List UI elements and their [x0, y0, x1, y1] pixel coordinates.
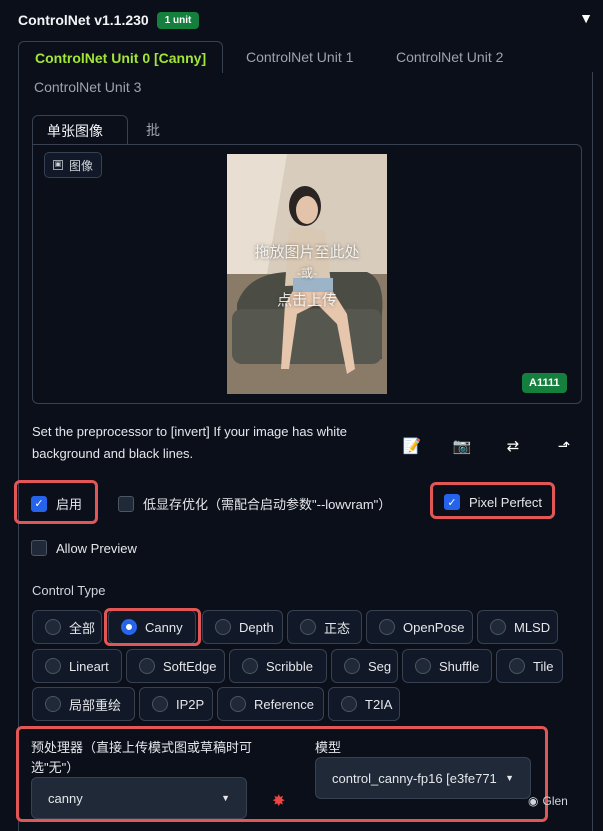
- wechat-icon: ◉: [528, 794, 539, 808]
- camera-icon[interactable]: 📷: [451, 436, 473, 458]
- radio-reference[interactable]: Reference: [217, 687, 324, 721]
- a1111-badge: A1111: [522, 373, 567, 393]
- radio-dot-icon: [152, 696, 168, 712]
- pixel-perfect-checkbox[interactable]: ✓ Pixel Perfect: [444, 494, 542, 510]
- unchecked-box-icon: [118, 495, 134, 512]
- enable-checkbox[interactable]: ✓ 启用: [31, 494, 82, 513]
- collapse-triangle-icon[interactable]: ▼: [579, 10, 593, 26]
- radio-label: Shuffle: [439, 658, 480, 674]
- radio-openpose[interactable]: OpenPose: [366, 610, 473, 644]
- check-icon: ✓: [31, 495, 47, 512]
- radio-label: Tile: [533, 658, 554, 674]
- preprocessor-value: canny: [48, 790, 83, 806]
- low-vram-label: 低显存优化（需配合启动参数"--lowvram"）: [143, 497, 392, 512]
- radio-normal[interactable]: 正态: [287, 610, 362, 644]
- tab-batch[interactable]: 批量处理: [132, 115, 174, 228]
- controlnet-header[interactable]: ControlNet v1.1.230 1 unit ▼: [18, 8, 593, 32]
- edit-icon[interactable]: 📝: [401, 436, 423, 458]
- radio-label: 局部重绘: [69, 697, 122, 713]
- radio-softedge[interactable]: SoftEdge: [126, 649, 225, 683]
- image-icon: ▣: [53, 160, 63, 170]
- radio-dot-icon: [379, 619, 395, 635]
- control-type-label: Control Type: [32, 583, 106, 598]
- radio-label: SoftEdge: [163, 658, 217, 674]
- radio-label: Depth: [239, 619, 274, 635]
- run-preprocessor-icon[interactable]: ✸: [272, 791, 285, 811]
- radio-lineart[interactable]: Lineart: [32, 649, 122, 683]
- radio-dot-icon: [344, 658, 360, 674]
- radio-dot-icon: [45, 619, 61, 635]
- watermark-text: Glen: [542, 794, 568, 808]
- allow-preview-checkbox[interactable]: Allow Preview: [31, 540, 137, 556]
- tab-unit-2[interactable]: ControlNet Unit 2: [380, 41, 519, 73]
- radio-label: IP2P: [176, 696, 205, 712]
- radio-dot-icon: [242, 658, 258, 674]
- radio-dot-icon: [45, 696, 61, 712]
- radio-ip2p[interactable]: IP2P: [139, 687, 213, 721]
- tab-unit-0[interactable]: ControlNet Unit 0 [Canny]: [18, 41, 224, 73]
- radio-label: 全部: [69, 620, 96, 636]
- radio-label: Lineart: [69, 658, 109, 674]
- tab-unit-1[interactable]: ControlNet Unit 1: [230, 41, 369, 73]
- radio-dot-icon: [341, 696, 357, 712]
- image-label: ▣ 图像: [44, 152, 103, 178]
- radio-dot-icon: [215, 619, 231, 635]
- radio-label: Scribble: [266, 658, 313, 674]
- radio-dot-icon: [509, 658, 525, 674]
- pixel-perfect-label: Pixel Perfect: [469, 494, 542, 510]
- model-value: control_canny-fp16 [e3fe7712]: [332, 770, 497, 786]
- unchecked-box-icon: [31, 540, 47, 556]
- low-vram-checkbox[interactable]: 低显存优化（需配合启动参数"--lowvram"）: [118, 494, 391, 513]
- radio-label: OpenPose: [403, 619, 465, 635]
- image-label-text: 图像: [69, 158, 94, 173]
- model-label: 模型: [315, 740, 342, 755]
- chevron-down-icon: ▼: [221, 793, 230, 803]
- drop-hint-line3: 点击上传: [276, 292, 337, 309]
- radio-seg[interactable]: Seg: [331, 649, 398, 683]
- model-select[interactable]: control_canny-fp16 [e3fe7712] ▼: [315, 757, 531, 799]
- preprocessor-hint: Set the preprocessor to [invert] If your…: [32, 424, 348, 461]
- tab-single-image[interactable]: 单张图像: [32, 115, 128, 145]
- radio-label: MLSD: [514, 619, 551, 635]
- preprocessor-select[interactable]: canny ▼: [31, 777, 247, 819]
- radio-dot-icon: [300, 619, 316, 635]
- check-icon: ✓: [444, 494, 460, 510]
- radio-label: T2IA: [365, 696, 393, 712]
- allow-preview-label: Allow Preview: [56, 540, 137, 556]
- radio-all[interactable]: 全部: [32, 610, 102, 644]
- controlnet-title: ControlNet v1.1.230: [18, 12, 149, 28]
- radio-shuffle[interactable]: Shuffle: [402, 649, 492, 683]
- radio-mlsd[interactable]: MLSD: [477, 610, 558, 644]
- radio-label: Seg: [368, 658, 392, 674]
- radio-label: 正态: [324, 620, 351, 636]
- chevron-down-icon: ▼: [505, 773, 514, 783]
- drop-hint-line1: 拖放图片至此处: [254, 244, 360, 261]
- radio-tile[interactable]: Tile: [496, 649, 563, 683]
- watermark: ◉ Glen: [528, 794, 568, 808]
- radio-inpaint[interactable]: 局部重绘: [32, 687, 135, 721]
- preprocessor-label: 预处理器（直接上传模式图或草稿时可选"无"）: [31, 740, 253, 775]
- radio-dot-icon: [490, 619, 506, 635]
- radio-dot-icon: [139, 658, 155, 674]
- radio-depth[interactable]: Depth: [202, 610, 283, 644]
- swap-icon[interactable]: ⇄: [502, 436, 524, 458]
- radio-dot-icon: [45, 658, 61, 674]
- radio-dot-icon: [415, 658, 431, 674]
- enable-label: 启用: [56, 497, 83, 512]
- unit-count-badge: 1 unit: [156, 11, 200, 29]
- drop-hint-line2: -或-: [297, 266, 317, 280]
- radio-scribble[interactable]: Scribble: [229, 649, 327, 683]
- radio-t2ia[interactable]: T2IA: [328, 687, 400, 721]
- highlight-canny: [104, 608, 201, 646]
- send-dimensions-icon[interactable]: ⬏: [553, 436, 575, 458]
- radio-dot-icon: [230, 696, 246, 712]
- radio-label: Reference: [254, 696, 314, 712]
